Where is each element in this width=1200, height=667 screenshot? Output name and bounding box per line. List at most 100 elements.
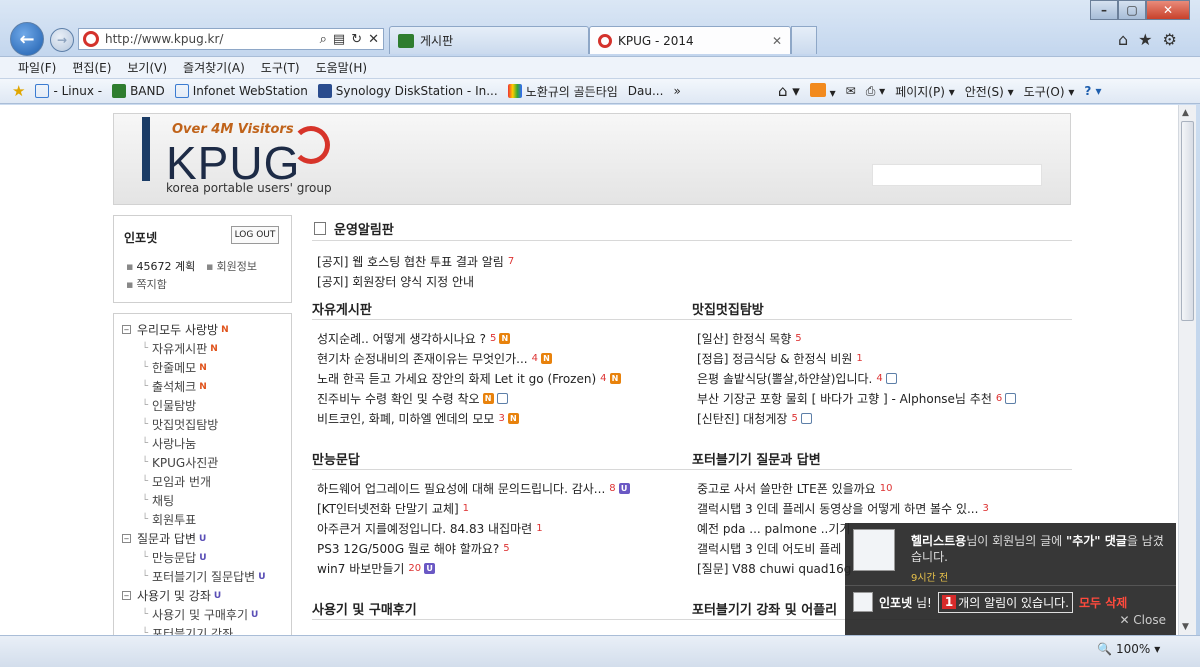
tab-board[interactable]: 게시판 — [389, 26, 589, 54]
menu-item[interactable]: └ 사용기 및 구매후기 U — [114, 605, 291, 624]
list-item[interactable]: 은평 솔밭식당(뽈살,하얀살)입니다. 4 — [692, 368, 1072, 388]
menu-item[interactable]: └ 회원투표 — [114, 510, 291, 529]
section-title[interactable]: 포터블기기 질문과 답변 — [692, 448, 1072, 470]
menu-item[interactable]: └ 맛집멋집탐방 — [114, 415, 291, 434]
page-menu[interactable]: 페이지(P) ▾ — [895, 83, 955, 100]
list-item[interactable]: 갤럭시탭 3 인데 플레시 동영상을 어떻게 하면 볼수 있... 3 — [692, 498, 1072, 518]
scroll-up-icon[interactable]: ▲ — [1182, 108, 1189, 118]
list-item[interactable]: [공지] 회원장터 양식 지정 안내 — [317, 271, 514, 291]
menu-item[interactable]: └ 한줄메모 N — [114, 358, 291, 377]
menu-item[interactable]: └ 채팅 — [114, 491, 291, 510]
menu-category[interactable]: − 사용기 및 강좌 U — [114, 586, 291, 605]
close-popup-button[interactable]: ✕ Close — [1119, 613, 1166, 627]
address-bar[interactable]: http://www.kpug.kr/ ⌕ ▤ ↻ ✕ — [78, 28, 384, 50]
list-item[interactable]: [정읍] 정금식당 & 한정식 비원 1 — [692, 348, 1072, 368]
tools-menu[interactable]: 도구(O) ▾ — [1024, 83, 1075, 100]
home-icon[interactable]: ⌂ ▾ — [778, 82, 800, 100]
gear-icon[interactable]: ⚙ — [1163, 30, 1177, 49]
list-item[interactable]: [일산] 한정식 목향 5 — [692, 328, 1072, 348]
home-icon[interactable]: ⌂ — [1118, 30, 1128, 49]
scroll-down-icon[interactable]: ▼ — [1182, 622, 1189, 632]
comment-count: 1 — [462, 502, 470, 514]
safety-menu[interactable]: 안전(S) ▾ — [965, 83, 1014, 100]
menu-item[interactable]: └ 포터블기기 강좌 — [114, 624, 291, 635]
menu-category[interactable]: − 우리모두 사랑방 N — [114, 320, 291, 339]
forward-button[interactable]: → — [50, 28, 74, 52]
menu-tools[interactable]: 도구(T) — [261, 59, 300, 76]
rss-icon[interactable]: ▾ — [809, 82, 836, 100]
logout-button[interactable]: LOG OUT — [231, 226, 279, 244]
refresh-icon[interactable]: ↻ — [351, 32, 362, 47]
menu-item[interactable]: └ 인물탐방 — [114, 396, 291, 415]
tab-kpug[interactable]: KPUG - 2014 ✕ — [589, 26, 791, 54]
alert-count-link[interactable]: 1 개의 알림이 있습니다. — [937, 591, 1073, 613]
points-link[interactable]: ▪ 45672 계획 — [126, 258, 195, 274]
list-item[interactable]: 아주큰거 지를예정입니다. 84.83 내집마련 1 — [312, 518, 692, 538]
tree-line-icon: └ — [142, 514, 149, 525]
menu-label: 출석체크 — [152, 380, 197, 394]
menu-edit[interactable]: 편집(E) — [72, 59, 111, 76]
address-input[interactable]: http://www.kpug.kr/ — [105, 32, 320, 46]
section-title[interactable]: 자유게시판 — [312, 298, 692, 320]
messages-link[interactable]: ▪ 쪽지함 — [126, 276, 167, 292]
compat-view-icon[interactable]: ▤ — [333, 32, 345, 47]
menu-item[interactable]: └ KPUG사진관 — [114, 453, 291, 472]
mail-icon[interactable]: ✉ — [846, 84, 856, 98]
menu-category[interactable]: − 질문과 답변 U — [114, 529, 291, 548]
menu-item[interactable]: └ 출석체크 N — [114, 377, 291, 396]
popup-user-suffix: 님! — [915, 595, 932, 610]
stop-icon[interactable]: ✕ — [368, 32, 379, 47]
menu-item[interactable]: └ 만능문답 U — [114, 548, 291, 567]
list-item[interactable]: win7 바보만들기 20 U — [312, 558, 692, 578]
menu-item[interactable]: └ 자유게시판 N — [114, 339, 291, 358]
zoom-control[interactable]: 🔍 100% ▾ — [1097, 642, 1160, 656]
vertical-scrollbar[interactable]: ▲ ▼ — [1178, 105, 1196, 635]
tab-label: 게시판 — [420, 34, 454, 48]
search-icon[interactable]: ⌕ — [320, 32, 327, 47]
back-button[interactable]: ← — [10, 22, 44, 56]
fav-daum[interactable]: Dau... — [628, 84, 664, 98]
section-title[interactable]: 사용기 및 구매후기 — [312, 598, 692, 620]
list-item[interactable]: 중고로 사서 쓸만한 LTE폰 있을까요 10 — [692, 478, 1072, 498]
list-item[interactable]: [신탄진] 대청게장 5 — [692, 408, 1072, 428]
list-item[interactable]: 부산 기장군 포항 물회 [ 바다가 고향 ] - Alphonse님 추천 6 — [692, 388, 1072, 408]
new-tab-button[interactable] — [791, 26, 817, 54]
header-search-input[interactable] — [872, 164, 1042, 186]
list-item[interactable]: 성지순례.. 어떻게 생각하시나요 ? 5 N — [312, 328, 692, 348]
favorites-star-icon[interactable]: ★ — [12, 82, 25, 100]
menu-item[interactable]: └ 모임과 번개 — [114, 472, 291, 491]
close-tab-icon[interactable]: ✕ — [772, 34, 782, 48]
list-item[interactable]: PS3 12G/500G 뭘로 해야 할까요? 5 — [312, 538, 692, 558]
close-window-button[interactable]: ✕ — [1146, 0, 1190, 20]
fav-band[interactable]: BAND — [112, 84, 165, 98]
delete-all-button[interactable]: 모두 삭제 — [1079, 594, 1127, 611]
menu-help[interactable]: 도움말(H) — [316, 59, 368, 76]
print-icon[interactable]: ⎙ ▾ — [866, 84, 885, 99]
list-item[interactable]: [KT인터넷전화 단말기 교체] 1 — [312, 498, 692, 518]
fav-synology[interactable]: Synology DiskStation - In... — [317, 84, 498, 98]
favorites-star-icon[interactable]: ★ — [1138, 30, 1152, 49]
menu-favorites[interactable]: 즐겨찾기(A) — [183, 59, 245, 76]
menu-item[interactable]: └ 포터블기기 질문답변 U — [114, 567, 291, 586]
profile-link[interactable]: ▪ 회원정보 — [206, 258, 257, 274]
list-item[interactable]: 비트코인, 화폐, 미하엘 엔데의 모모 3 N — [312, 408, 692, 428]
list-item[interactable]: [공지] 웹 호스팅 협찬 투표 결과 알림 7 — [317, 251, 514, 271]
list-item[interactable]: 진주비누 수령 확인 및 수령 착오 N — [312, 388, 692, 408]
menu-item[interactable]: └ 사랑나눔 — [114, 434, 291, 453]
fav-linux[interactable]: - Linux - — [35, 84, 102, 98]
maximize-button[interactable]: ▢ — [1118, 0, 1146, 20]
more-favorites-icon[interactable]: » — [673, 84, 680, 98]
list-item[interactable]: 하드웨어 업그레이드 필요성에 대해 문의드립니다. 감사... 8 U — [312, 478, 692, 498]
scroll-thumb[interactable] — [1181, 121, 1194, 321]
menu-file[interactable]: 파일(F) — [18, 59, 56, 76]
section-title[interactable]: 맛집멋집탐방 — [692, 298, 1072, 320]
fav-golden-time[interactable]: 노환규의 골든타임 — [507, 83, 618, 100]
section-title[interactable]: 만능문답 — [312, 448, 692, 470]
menu-view[interactable]: 보기(V) — [127, 59, 167, 76]
minimize-button[interactable]: – — [1090, 0, 1118, 20]
help-icon[interactable]: ? ▾ — [1084, 84, 1101, 98]
menu-label: 사용기 및 구매후기 — [152, 608, 248, 622]
list-item[interactable]: 노래 한곡 듣고 가세요 장안의 화제 Let it go (Frozen) 4 N — [312, 368, 692, 388]
fav-infonet[interactable]: Infonet WebStation — [174, 84, 308, 98]
list-item[interactable]: 현기차 순정내비의 존재이유는 무엇인가... 4 N — [312, 348, 692, 368]
